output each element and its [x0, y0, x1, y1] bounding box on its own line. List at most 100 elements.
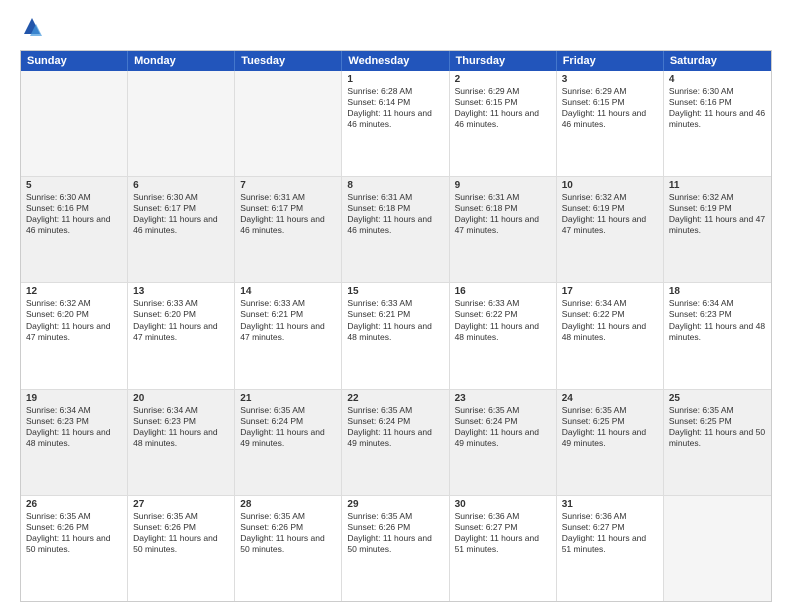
cal-cell: 5Sunrise: 6:30 AM Sunset: 6:16 PM Daylig… — [21, 177, 128, 282]
cal-cell: 6Sunrise: 6:30 AM Sunset: 6:17 PM Daylig… — [128, 177, 235, 282]
cell-info: Sunrise: 6:36 AM Sunset: 6:27 PM Dayligh… — [562, 511, 646, 554]
cal-cell: 21Sunrise: 6:35 AM Sunset: 6:24 PM Dayli… — [235, 390, 342, 495]
day-number: 7 — [240, 180, 336, 191]
cal-cell: 30Sunrise: 6:36 AM Sunset: 6:27 PM Dayli… — [450, 496, 557, 601]
day-number: 8 — [347, 180, 443, 191]
cal-header-cell: Sunday — [21, 51, 128, 71]
day-number: 28 — [240, 499, 336, 510]
cal-cell: 31Sunrise: 6:36 AM Sunset: 6:27 PM Dayli… — [557, 496, 664, 601]
day-number: 23 — [455, 393, 551, 404]
day-number: 19 — [26, 393, 122, 404]
calendar-header-row: SundayMondayTuesdayWednesdayThursdayFrid… — [21, 51, 771, 71]
cell-info: Sunrise: 6:35 AM Sunset: 6:24 PM Dayligh… — [455, 405, 539, 448]
cell-info: Sunrise: 6:34 AM Sunset: 6:23 PM Dayligh… — [133, 405, 217, 448]
cell-info: Sunrise: 6:35 AM Sunset: 6:24 PM Dayligh… — [240, 405, 324, 448]
cal-cell: 12Sunrise: 6:32 AM Sunset: 6:20 PM Dayli… — [21, 283, 128, 388]
cal-cell: 8Sunrise: 6:31 AM Sunset: 6:18 PM Daylig… — [342, 177, 449, 282]
cell-info: Sunrise: 6:35 AM Sunset: 6:25 PM Dayligh… — [669, 405, 765, 448]
cell-info: Sunrise: 6:31 AM Sunset: 6:18 PM Dayligh… — [347, 192, 431, 235]
cell-info: Sunrise: 6:34 AM Sunset: 6:23 PM Dayligh… — [26, 405, 110, 448]
cal-cell: 10Sunrise: 6:32 AM Sunset: 6:19 PM Dayli… — [557, 177, 664, 282]
cell-info: Sunrise: 6:32 AM Sunset: 6:19 PM Dayligh… — [562, 192, 646, 235]
day-number: 10 — [562, 180, 658, 191]
cal-cell: 3Sunrise: 6:29 AM Sunset: 6:15 PM Daylig… — [557, 71, 664, 176]
cell-info: Sunrise: 6:28 AM Sunset: 6:14 PM Dayligh… — [347, 86, 431, 129]
cal-cell: 25Sunrise: 6:35 AM Sunset: 6:25 PM Dayli… — [664, 390, 771, 495]
day-number: 2 — [455, 74, 551, 85]
cal-cell: 26Sunrise: 6:35 AM Sunset: 6:26 PM Dayli… — [21, 496, 128, 601]
day-number: 18 — [669, 286, 766, 297]
day-number: 20 — [133, 393, 229, 404]
cal-cell — [128, 71, 235, 176]
day-number: 30 — [455, 499, 551, 510]
cell-info: Sunrise: 6:30 AM Sunset: 6:17 PM Dayligh… — [133, 192, 217, 235]
cell-info: Sunrise: 6:35 AM Sunset: 6:24 PM Dayligh… — [347, 405, 431, 448]
cell-info: Sunrise: 6:29 AM Sunset: 6:15 PM Dayligh… — [455, 86, 539, 129]
cal-cell: 7Sunrise: 6:31 AM Sunset: 6:17 PM Daylig… — [235, 177, 342, 282]
cal-cell: 19Sunrise: 6:34 AM Sunset: 6:23 PM Dayli… — [21, 390, 128, 495]
cal-cell: 28Sunrise: 6:35 AM Sunset: 6:26 PM Dayli… — [235, 496, 342, 601]
cal-header-cell: Wednesday — [342, 51, 449, 71]
cal-cell: 22Sunrise: 6:35 AM Sunset: 6:24 PM Dayli… — [342, 390, 449, 495]
cell-info: Sunrise: 6:34 AM Sunset: 6:23 PM Dayligh… — [669, 298, 765, 341]
cal-header-cell: Monday — [128, 51, 235, 71]
header — [20, 16, 772, 40]
day-number: 25 — [669, 393, 766, 404]
logo-icon — [20, 16, 44, 40]
cal-cell: 17Sunrise: 6:34 AM Sunset: 6:22 PM Dayli… — [557, 283, 664, 388]
day-number: 15 — [347, 286, 443, 297]
cell-info: Sunrise: 6:34 AM Sunset: 6:22 PM Dayligh… — [562, 298, 646, 341]
day-number: 21 — [240, 393, 336, 404]
cell-info: Sunrise: 6:32 AM Sunset: 6:19 PM Dayligh… — [669, 192, 765, 235]
cal-cell: 23Sunrise: 6:35 AM Sunset: 6:24 PM Dayli… — [450, 390, 557, 495]
cal-header-cell: Tuesday — [235, 51, 342, 71]
cell-info: Sunrise: 6:33 AM Sunset: 6:20 PM Dayligh… — [133, 298, 217, 341]
cell-info: Sunrise: 6:30 AM Sunset: 6:16 PM Dayligh… — [26, 192, 110, 235]
cell-info: Sunrise: 6:33 AM Sunset: 6:21 PM Dayligh… — [240, 298, 324, 341]
cal-cell: 16Sunrise: 6:33 AM Sunset: 6:22 PM Dayli… — [450, 283, 557, 388]
cal-cell: 29Sunrise: 6:35 AM Sunset: 6:26 PM Dayli… — [342, 496, 449, 601]
cell-info: Sunrise: 6:30 AM Sunset: 6:16 PM Dayligh… — [669, 86, 765, 129]
cell-info: Sunrise: 6:35 AM Sunset: 6:25 PM Dayligh… — [562, 405, 646, 448]
cal-cell: 9Sunrise: 6:31 AM Sunset: 6:18 PM Daylig… — [450, 177, 557, 282]
calendar-body: 1Sunrise: 6:28 AM Sunset: 6:14 PM Daylig… — [21, 71, 771, 601]
day-number: 17 — [562, 286, 658, 297]
calendar: SundayMondayTuesdayWednesdayThursdayFrid… — [20, 50, 772, 602]
cal-header-cell: Saturday — [664, 51, 771, 71]
day-number: 11 — [669, 180, 766, 191]
cal-header-cell: Thursday — [450, 51, 557, 71]
cal-cell: 11Sunrise: 6:32 AM Sunset: 6:19 PM Dayli… — [664, 177, 771, 282]
cell-info: Sunrise: 6:32 AM Sunset: 6:20 PM Dayligh… — [26, 298, 110, 341]
cal-header-cell: Friday — [557, 51, 664, 71]
cal-row: 5Sunrise: 6:30 AM Sunset: 6:16 PM Daylig… — [21, 176, 771, 282]
day-number: 27 — [133, 499, 229, 510]
day-number: 13 — [133, 286, 229, 297]
logo — [20, 16, 48, 40]
cal-cell: 4Sunrise: 6:30 AM Sunset: 6:16 PM Daylig… — [664, 71, 771, 176]
cell-info: Sunrise: 6:31 AM Sunset: 6:18 PM Dayligh… — [455, 192, 539, 235]
day-number: 16 — [455, 286, 551, 297]
day-number: 14 — [240, 286, 336, 297]
cal-row: 26Sunrise: 6:35 AM Sunset: 6:26 PM Dayli… — [21, 495, 771, 601]
cell-info: Sunrise: 6:35 AM Sunset: 6:26 PM Dayligh… — [347, 511, 431, 554]
cal-cell — [21, 71, 128, 176]
cal-cell — [664, 496, 771, 601]
cell-info: Sunrise: 6:35 AM Sunset: 6:26 PM Dayligh… — [26, 511, 110, 554]
day-number: 9 — [455, 180, 551, 191]
cal-cell: 2Sunrise: 6:29 AM Sunset: 6:15 PM Daylig… — [450, 71, 557, 176]
cell-info: Sunrise: 6:35 AM Sunset: 6:26 PM Dayligh… — [240, 511, 324, 554]
cal-cell — [235, 71, 342, 176]
cal-cell: 18Sunrise: 6:34 AM Sunset: 6:23 PM Dayli… — [664, 283, 771, 388]
cell-info: Sunrise: 6:31 AM Sunset: 6:17 PM Dayligh… — [240, 192, 324, 235]
cell-info: Sunrise: 6:36 AM Sunset: 6:27 PM Dayligh… — [455, 511, 539, 554]
day-number: 4 — [669, 74, 766, 85]
cell-info: Sunrise: 6:35 AM Sunset: 6:26 PM Dayligh… — [133, 511, 217, 554]
cal-row: 1Sunrise: 6:28 AM Sunset: 6:14 PM Daylig… — [21, 71, 771, 176]
day-number: 29 — [347, 499, 443, 510]
cal-cell: 15Sunrise: 6:33 AM Sunset: 6:21 PM Dayli… — [342, 283, 449, 388]
day-number: 26 — [26, 499, 122, 510]
day-number: 3 — [562, 74, 658, 85]
cal-cell: 14Sunrise: 6:33 AM Sunset: 6:21 PM Dayli… — [235, 283, 342, 388]
day-number: 22 — [347, 393, 443, 404]
cal-cell: 24Sunrise: 6:35 AM Sunset: 6:25 PM Dayli… — [557, 390, 664, 495]
